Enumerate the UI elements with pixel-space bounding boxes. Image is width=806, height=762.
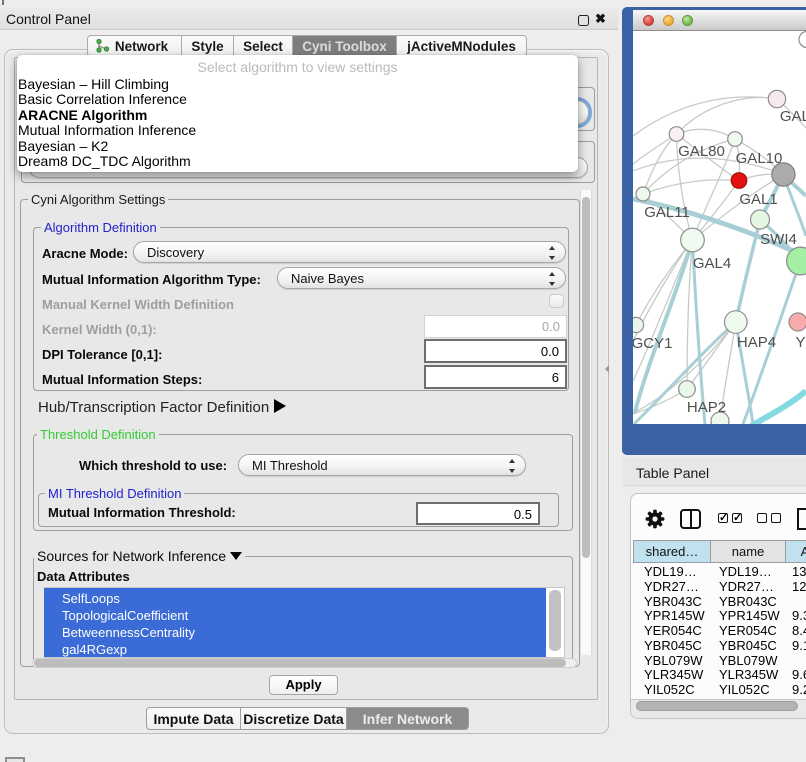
svg-text:SWI4: SWI4	[760, 231, 797, 248]
svg-text:GCY1: GCY1	[633, 335, 672, 352]
svg-text:GAL4: GAL4	[693, 255, 731, 272]
svg-text:GAL1: GAL1	[739, 191, 777, 208]
svg-text:GAL7: GAL7	[780, 108, 806, 125]
svg-text:GAL10: GAL10	[736, 150, 783, 167]
svg-text:Y: Y	[795, 334, 805, 351]
svg-text:GAL11: GAL11	[644, 204, 690, 221]
svg-text:HAP4: HAP4	[737, 334, 776, 351]
svg-text:GAL80: GAL80	[678, 143, 725, 160]
svg-text:HAP2: HAP2	[687, 399, 726, 416]
